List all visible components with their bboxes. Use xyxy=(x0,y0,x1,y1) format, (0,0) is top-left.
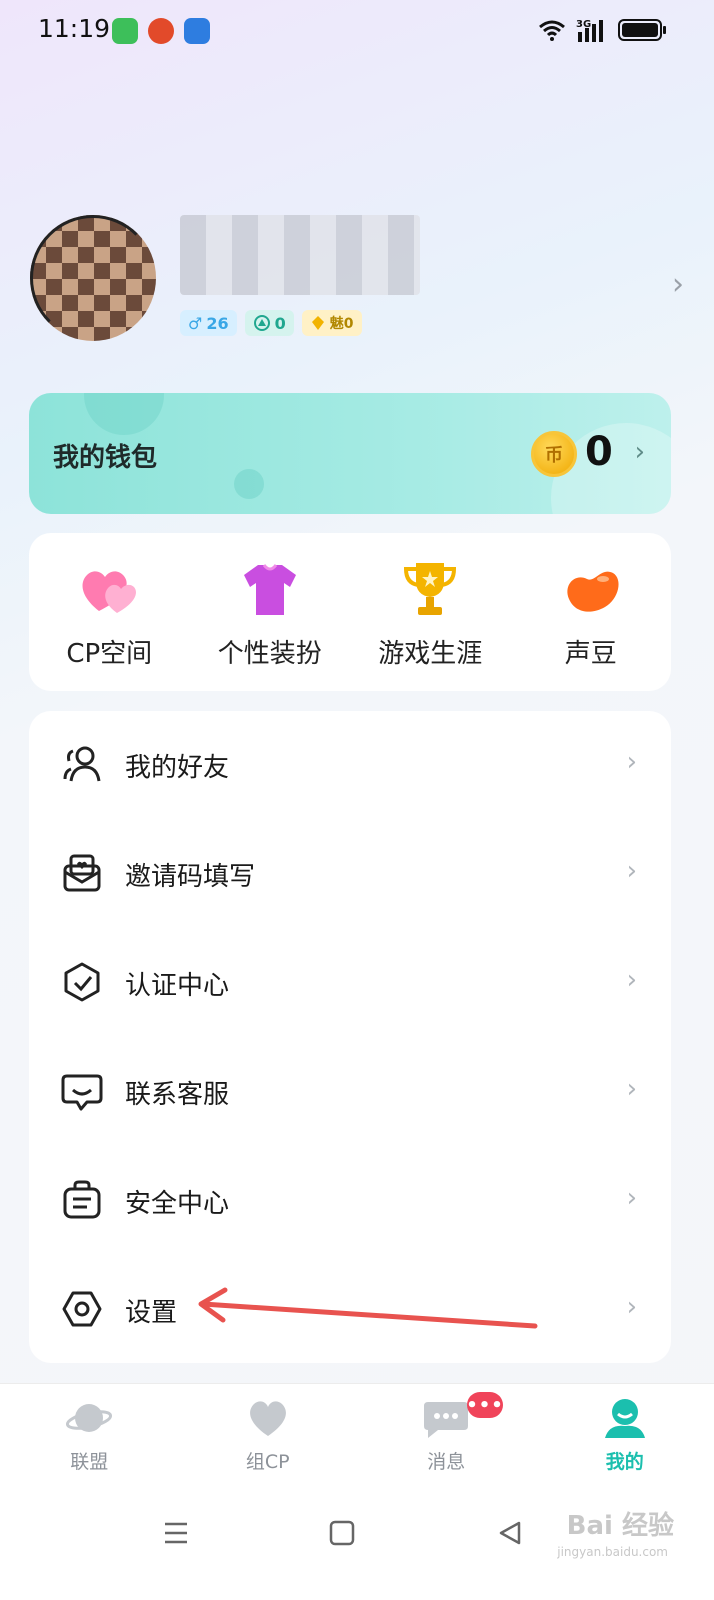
link-app-icon xyxy=(184,18,210,44)
menu-item-friends[interactable]: 我的好友 › xyxy=(29,711,671,820)
menu-item-verification[interactable]: 认证中心 › xyxy=(29,929,671,1038)
tab-messages[interactable]: ••• 消息 xyxy=(357,1384,536,1483)
feature-dress-up[interactable]: 个性装扮 xyxy=(190,533,351,691)
menu-label: 安全中心 xyxy=(125,1189,230,1219)
wallet-title: 我的钱包 xyxy=(53,443,158,473)
tab-label: 我的 xyxy=(605,1451,644,1473)
message-icon xyxy=(424,1402,469,1438)
menu-item-customer-service[interactable]: 联系客服 › xyxy=(29,1038,671,1147)
tab-alliance[interactable]: 联盟 xyxy=(0,1384,179,1483)
menu-nav-button[interactable] xyxy=(156,1513,196,1553)
chevron-right-icon: › xyxy=(626,1292,637,1322)
male-icon: ♂ xyxy=(188,313,203,333)
battery-icon xyxy=(618,19,666,41)
feature-cp-space[interactable]: CP空间 xyxy=(29,533,190,691)
charm-badge: 魅0 xyxy=(301,310,362,336)
watermark-sub: jingyan.baidu.com xyxy=(557,1545,668,1559)
back-triangle-icon xyxy=(499,1521,521,1545)
bottom-tab-bar: 联盟 组CP ••• 消息 我的 xyxy=(0,1383,714,1483)
feature-label: 个性装扮 xyxy=(217,639,322,669)
chevron-right-icon: › xyxy=(672,267,684,302)
charm-value: 魅0 xyxy=(329,316,354,332)
square-icon xyxy=(329,1520,355,1546)
profile-badges: ♂ 26 0 魅0 xyxy=(180,310,362,336)
menu-item-security-center[interactable]: 安全中心 › xyxy=(29,1147,671,1256)
notification-icons xyxy=(112,18,210,44)
feature-grid: CP空间 个性装扮 游戏生涯 声豆 xyxy=(29,533,671,691)
tab-mine[interactable]: 我的 xyxy=(536,1384,714,1483)
diamond-icon xyxy=(311,316,324,330)
age-badge: ♂ 26 xyxy=(180,310,237,336)
heart-icon xyxy=(249,1401,286,1436)
friends-icon xyxy=(63,746,101,782)
username-blurred xyxy=(180,215,420,295)
chat-support-icon xyxy=(61,1074,103,1111)
watermark: Bai 经验 xyxy=(566,1511,674,1541)
status-bar: 11:19 3G xyxy=(0,0,714,64)
menu-label: 认证中心 xyxy=(125,971,230,1001)
tab-group-cp[interactable]: 组CP xyxy=(179,1384,358,1483)
unread-badge: ••• xyxy=(466,1392,503,1418)
hamburger-icon xyxy=(165,1522,187,1544)
decor-bubble xyxy=(84,393,164,435)
feature-label: 游戏生涯 xyxy=(378,639,483,669)
chevron-right-icon: › xyxy=(626,856,637,886)
shirt-icon xyxy=(243,564,296,615)
feature-label: CP空间 xyxy=(66,639,153,669)
security-bag-icon xyxy=(63,1180,101,1219)
age-value: 26 xyxy=(206,313,229,333)
profile-icon xyxy=(604,1399,645,1438)
menu-label: 邀请码填写 xyxy=(125,862,256,892)
home-nav-button[interactable] xyxy=(322,1513,362,1553)
menu-label: 设置 xyxy=(125,1298,178,1328)
invite-envelope-icon xyxy=(63,854,101,892)
system-nav-bar: Bai 经验 jingyan.baidu.com xyxy=(0,1483,714,1600)
signal-icon: 3G xyxy=(576,19,603,42)
feature-label: 声豆 xyxy=(564,639,617,669)
planet-icon xyxy=(66,1404,113,1432)
feature-game-career[interactable]: 游戏生涯 xyxy=(350,533,511,691)
chevron-right-icon: › xyxy=(626,1074,637,1104)
settings-hexagon-icon xyxy=(62,1291,102,1327)
menu-label: 联系客服 xyxy=(125,1080,230,1110)
status-indicators: 3G xyxy=(538,18,666,42)
wifi-icon xyxy=(539,20,565,41)
level-badge: 0 xyxy=(244,310,294,336)
shield-check-icon xyxy=(64,962,100,1002)
avatar-frame xyxy=(30,215,156,341)
game-app-icon xyxy=(148,18,174,44)
trophy-icon xyxy=(404,563,457,615)
status-time: 11:19 xyxy=(38,14,111,43)
tab-label: 联盟 xyxy=(70,1451,109,1473)
chevron-right-icon: › xyxy=(626,965,637,995)
feature-sound-bean[interactable]: 声豆 xyxy=(511,533,672,691)
chevron-right-icon: › xyxy=(626,1183,637,1213)
wallet-card[interactable]: 我的钱包 币 0 › xyxy=(29,393,671,514)
menu-label: 我的好友 xyxy=(125,753,230,783)
level-value: 0 xyxy=(274,313,286,333)
chevron-right-icon: › xyxy=(626,747,637,777)
menu-list: 我的好友 › 邀请码填写 › 认证中心 › 联系客服 › 安全中心 › 设置 › xyxy=(29,711,671,1363)
chevron-right-icon: › xyxy=(634,437,645,467)
messages-app-icon xyxy=(112,18,138,44)
tab-label: 组CP xyxy=(245,1451,290,1473)
menu-item-settings[interactable]: 设置 › xyxy=(29,1256,671,1365)
back-nav-button[interactable] xyxy=(490,1513,530,1553)
menu-item-invite-code[interactable]: 邀请码填写 › xyxy=(29,820,671,929)
coin-icon: 币 xyxy=(531,431,577,477)
tab-label: 消息 xyxy=(427,1451,466,1473)
decor-bubble xyxy=(234,469,264,499)
profile-header[interactable]: ♂ 26 0 魅0 › xyxy=(30,215,690,345)
wallet-balance: 0 xyxy=(585,429,613,475)
hearts-icon xyxy=(82,571,137,613)
level-icon xyxy=(253,315,270,331)
bean-icon xyxy=(567,571,619,612)
